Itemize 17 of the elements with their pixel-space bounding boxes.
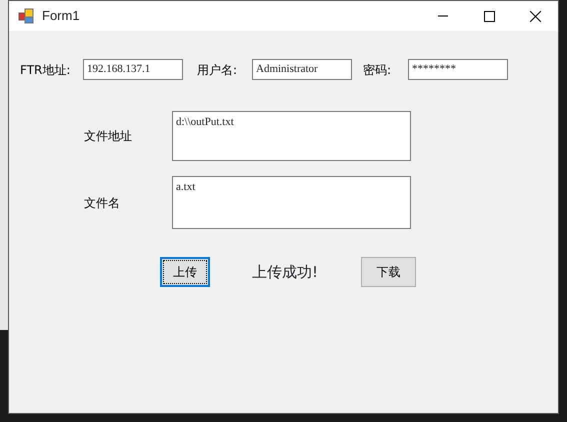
- text-area[interactable]: d:\\outPut.txt: [172, 111, 411, 161]
- download-button[interactable]: 下载: [361, 257, 416, 287]
- field-label: 用户名:: [197, 62, 238, 78]
- text-field[interactable]: ********: [408, 59, 508, 80]
- window-title: Form1: [42, 7, 80, 26]
- field-label: 文件名: [84, 194, 121, 212]
- status-label: 上传成功!: [252, 262, 318, 283]
- field-label: FTR地址:: [20, 62, 72, 78]
- text-field[interactable]: Administrator: [252, 59, 352, 80]
- upload-button[interactable]: 上传: [160, 257, 210, 287]
- text-area[interactable]: a.txt: [172, 176, 411, 229]
- field-label: 密码:: [363, 62, 392, 78]
- field-label: 文件地址: [84, 128, 133, 145]
- text-field[interactable]: 192.168.137.1: [83, 59, 183, 80]
- maximize-icon: [484, 10, 494, 22]
- close-icon: [530, 10, 540, 22]
- app-icon: [18, 8, 34, 24]
